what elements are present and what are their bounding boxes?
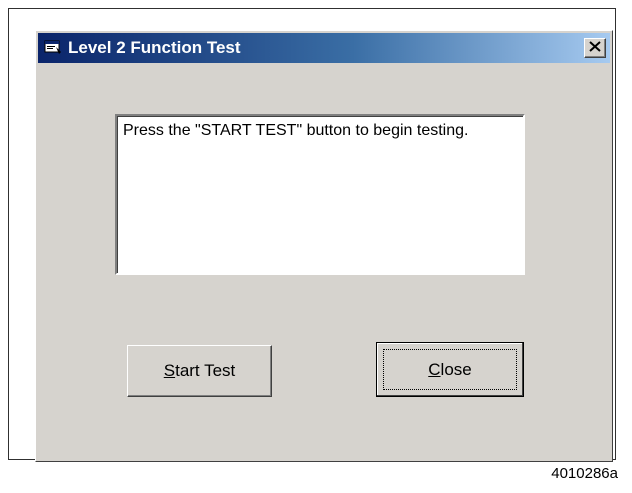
close-x-icon (589, 39, 601, 57)
start-test-label: Start Test (163, 361, 236, 380)
start-test-button[interactable]: Start Test (127, 345, 272, 397)
close-window-button[interactable] (584, 38, 606, 58)
status-message-text: Press the "START TEST" button to begin t… (123, 122, 469, 139)
window-title: Level 2 Function Test (68, 38, 241, 57)
title-bar[interactable]: Level 2 Function Test (38, 33, 610, 63)
figure-id-label: 4010286a (551, 465, 618, 482)
window-app-icon (44, 39, 62, 55)
status-message-box: Press the "START TEST" button to begin t… (115, 114, 525, 275)
close-label: Close (428, 359, 472, 379)
close-button[interactable]: Close (376, 342, 524, 397)
function-test-dialog: Level 2 Function Test Press the "START T… (35, 30, 613, 462)
